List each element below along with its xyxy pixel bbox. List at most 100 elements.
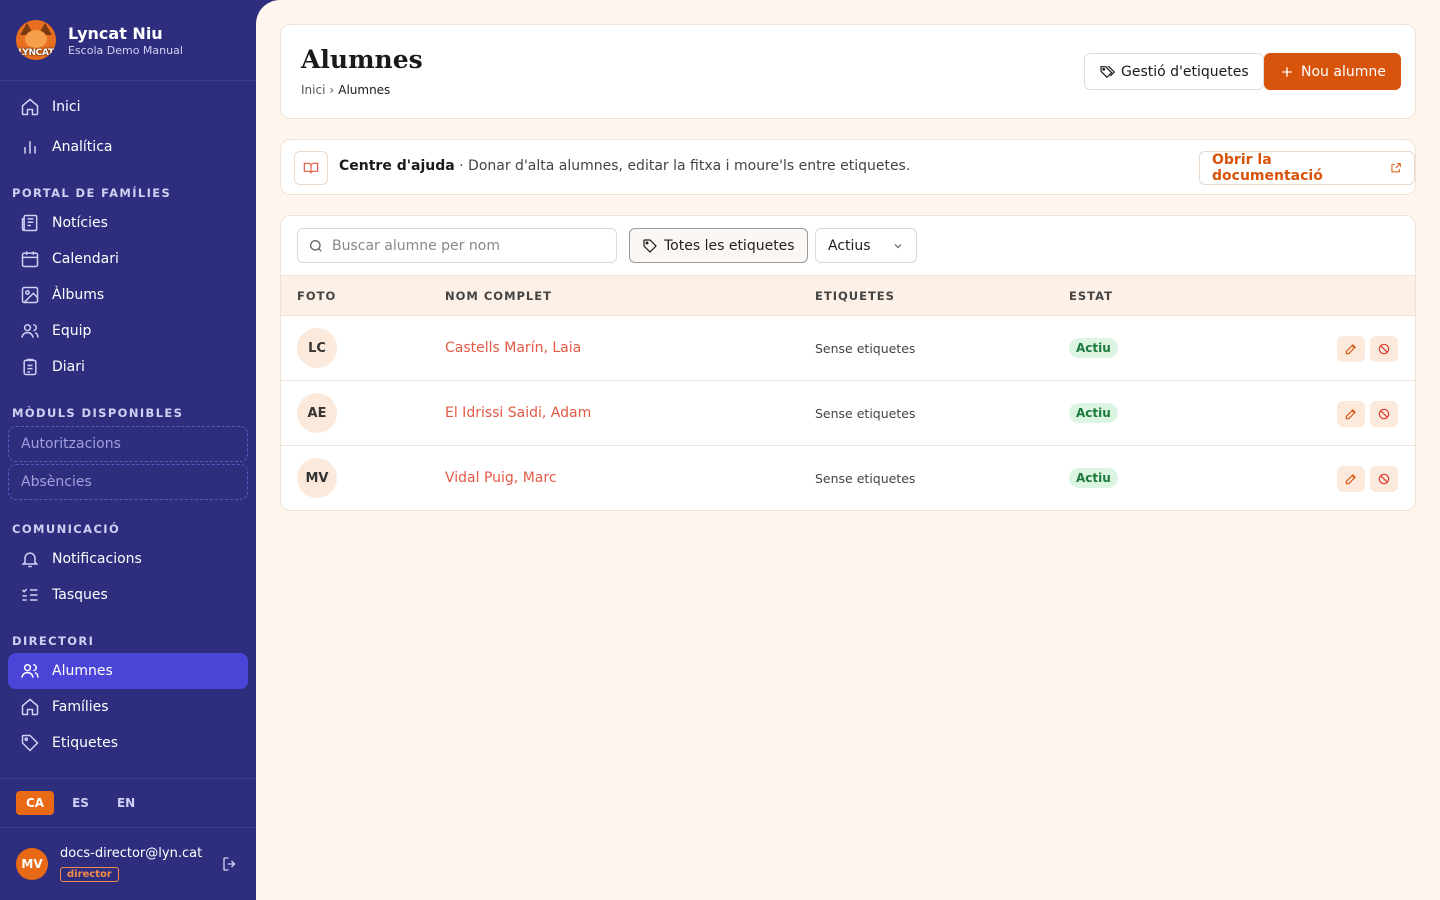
pencil-icon (1345, 474, 1356, 485)
state-select[interactable]: Actius (815, 228, 917, 263)
section-label-comms: COMUNICACIÓ (12, 522, 121, 536)
student-name-link[interactable]: El Idrissi Saidi, Adam (445, 405, 591, 421)
sidebar-item-label: Etiquetes (52, 735, 118, 751)
clipboard-icon (20, 357, 40, 377)
image-icon (20, 285, 40, 305)
tag-filter-label: Totes les etiquetes (664, 237, 795, 254)
student-avatar: MV (297, 458, 337, 498)
brand[interactable]: LYNCAT Lyncat Niu Escola Demo Manual (16, 20, 183, 60)
students-table-card: Totes les etiquetes Actius FOTO NOM COMP… (280, 215, 1416, 511)
status-badge: Actiu (1069, 338, 1118, 358)
module-autoritzacions[interactable]: Autoritzacions (8, 426, 248, 462)
sidebar-item-noticies[interactable]: Notícies (8, 205, 248, 241)
page-title: Alumnes (301, 45, 423, 74)
tags-icon (1100, 65, 1115, 78)
user-block: MV docs-director@lyn.cat director (16, 844, 240, 884)
sidebar-item-label: Equip (52, 323, 92, 339)
student-tags: Sense etiquetes (815, 406, 916, 421)
sidebar-item-families[interactable]: Famílies (8, 689, 248, 725)
sidebar-divider (0, 778, 256, 779)
table-row: AE El Idrissi Saidi, Adam Sense etiquete… (281, 381, 1415, 446)
student-tags: Sense etiquetes (815, 471, 916, 486)
column-header-tags: ETIQUETES (815, 289, 895, 303)
page-header: Alumnes Inici › Alumnes Gestió d'etiquet… (280, 24, 1416, 119)
sidebar-item-label: Notificacions (52, 551, 142, 567)
logout-button[interactable] (220, 854, 240, 874)
calendar-icon (20, 249, 40, 269)
student-tags: Sense etiquetes (815, 341, 916, 356)
main-content: Alumnes Inici › Alumnes Gestió d'etiquet… (256, 0, 1440, 900)
logo-text: LYNCAT (18, 48, 54, 58)
ban-icon (1378, 343, 1390, 355)
sidebar-divider (0, 827, 256, 828)
home-icon (20, 97, 40, 117)
deactivate-button[interactable] (1370, 401, 1398, 427)
edit-button[interactable] (1337, 466, 1365, 492)
help-text: Centre d'ajuda · Donar d'alta alumnes, e… (339, 158, 910, 174)
lang-en[interactable]: EN (107, 791, 145, 815)
sidebar-item-notificacions[interactable]: Notificacions (8, 541, 248, 577)
column-header-name[interactable]: NOM COMPLET (445, 289, 552, 303)
ban-icon (1378, 408, 1390, 420)
section-label-portal: PORTAL DE FAMÍLIES (12, 186, 172, 200)
bell-icon (20, 549, 40, 569)
student-name-link[interactable]: Vidal Puig, Marc (445, 470, 557, 486)
sidebar-divider (0, 80, 256, 81)
sidebar-item-label: Tasques (52, 587, 108, 603)
lang-ca[interactable]: CA (16, 791, 55, 815)
tag-filter-button[interactable]: Totes les etiquetes (629, 228, 808, 263)
new-student-button[interactable]: Nou alumne (1264, 53, 1401, 90)
sidebar-item-label: Inici (52, 99, 81, 115)
book-icon (294, 151, 328, 185)
sidebar-item-inici[interactable]: Inici (8, 89, 248, 125)
sidebar-item-calendari[interactable]: Calendari (8, 241, 248, 277)
tag-icon (643, 238, 657, 253)
lyncat-logo: LYNCAT (16, 20, 56, 60)
search-box (297, 228, 617, 263)
sidebar-item-alumnes[interactable]: Alumnes (8, 653, 248, 689)
tag-icon (20, 733, 40, 753)
breadcrumb-current: Alumnes (338, 83, 391, 97)
breadcrumb-home[interactable]: Inici (301, 83, 325, 97)
module-absencies[interactable]: Absències (8, 464, 248, 500)
sidebar-item-equip[interactable]: Equip (8, 313, 248, 349)
status-badge: Actiu (1069, 403, 1118, 423)
open-docs-button[interactable]: Obrir la documentació (1199, 151, 1415, 185)
sidebar-item-tasques[interactable]: Tasques (8, 577, 248, 613)
deactivate-button[interactable] (1370, 466, 1398, 492)
table-header: FOTO NOM COMPLET ETIQUETES ESTAT (281, 275, 1415, 316)
manage-tags-label: Gestió d'etiquetes (1121, 63, 1249, 80)
user-email: docs-director@lyn.cat (60, 846, 203, 861)
home-icon (20, 697, 40, 717)
student-name-link[interactable]: Castells Marín, Laia (445, 340, 581, 356)
plus-icon (1282, 66, 1292, 77)
list-check-icon (20, 585, 40, 605)
edit-button[interactable] (1337, 336, 1365, 362)
edit-button[interactable] (1337, 401, 1365, 427)
column-header-status: ESTAT (1069, 289, 1113, 303)
search-input[interactable] (332, 237, 602, 254)
sidebar-item-label: Famílies (52, 699, 109, 715)
breadcrumb-separator: › (329, 83, 335, 97)
column-header-photo: FOTO (297, 289, 337, 303)
external-link-icon (1391, 163, 1402, 173)
breadcrumb: Inici › Alumnes (301, 83, 390, 97)
sidebar-item-label: Analítica (52, 139, 113, 155)
sidebar-item-analitica[interactable]: Analítica (8, 129, 248, 165)
deactivate-button[interactable] (1370, 336, 1398, 362)
avatar[interactable]: MV (16, 848, 48, 880)
lang-es[interactable]: ES (62, 791, 99, 815)
sidebar-item-albums[interactable]: Àlbums (8, 277, 248, 313)
status-badge: Actiu (1069, 468, 1118, 488)
brand-subtitle: Escola Demo Manual (68, 43, 183, 57)
sidebar-item-etiquetes[interactable]: Etiquetes (8, 725, 248, 761)
search-icon (310, 239, 322, 252)
sidebar-item-diari[interactable]: Diari (8, 349, 248, 385)
users-icon (20, 661, 40, 681)
sidebar-item-label: Alumnes (52, 663, 113, 679)
manage-tags-button[interactable]: Gestió d'etiquetes (1084, 53, 1264, 90)
sidebar-item-label: Àlbums (52, 287, 105, 303)
section-label-directory: DIRECTORI (12, 634, 95, 648)
newspaper-icon (20, 213, 40, 233)
open-docs-label: Obrir la documentació (1212, 152, 1323, 184)
